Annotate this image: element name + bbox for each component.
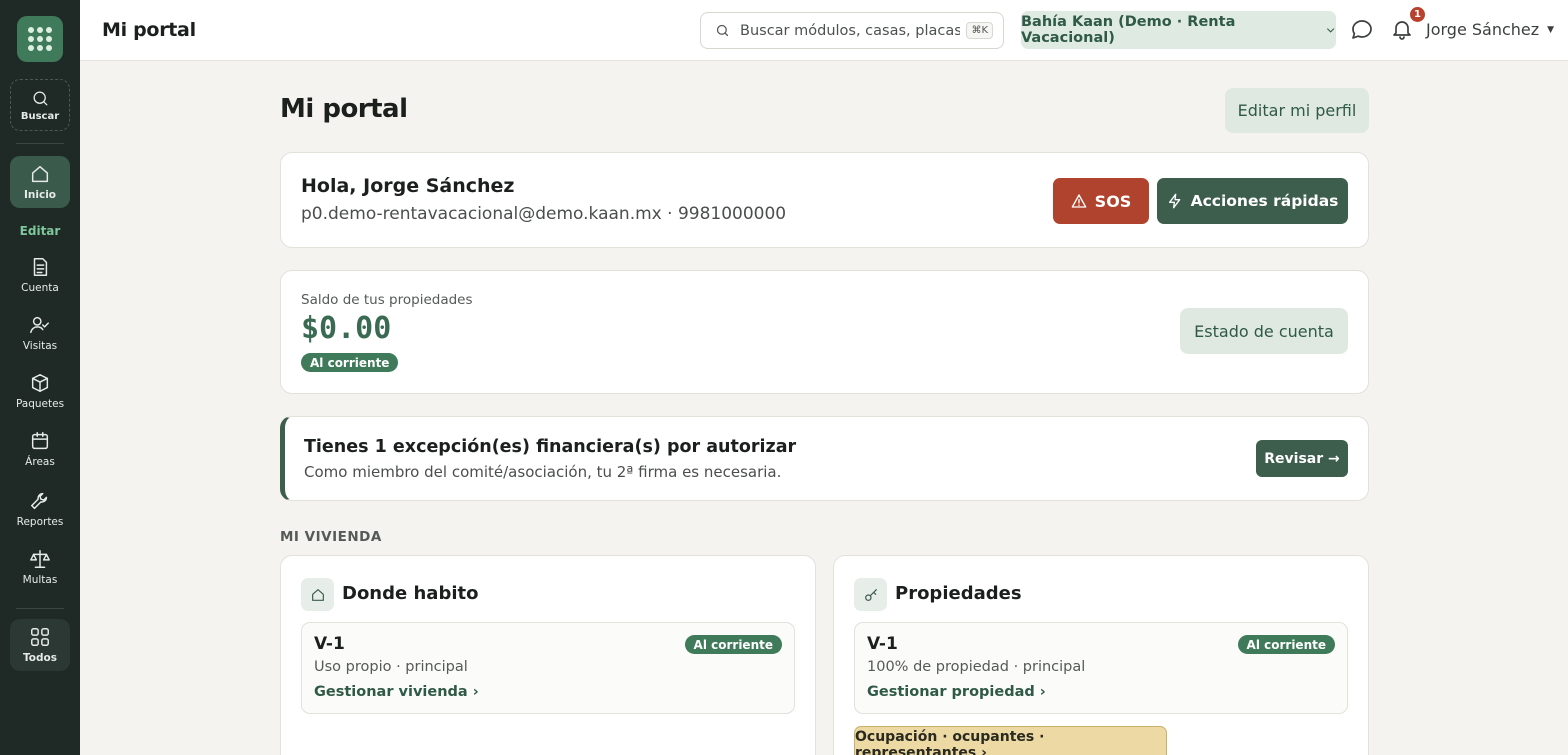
greeting-text: Hola, Jorge Sánchez: [301, 175, 515, 197]
unit-detail: Uso propio · principal: [314, 659, 468, 675]
review-button[interactable]: Revisar →: [1256, 440, 1348, 477]
search-shortcut-hint: ⌘K: [966, 22, 993, 39]
sidebar-item-label: Todos: [23, 652, 57, 664]
scale-icon: [30, 550, 50, 568]
key-icon: [854, 578, 887, 611]
sos-label: SOS: [1094, 191, 1132, 211]
page-title: Mi portal: [280, 94, 408, 124]
grid-icon: [31, 628, 49, 646]
search-input[interactable]: [740, 22, 960, 39]
occupancy-button[interactable]: Ocupación · ocupantes · representantes ›: [854, 726, 1167, 755]
sidebar-item-cuenta[interactable]: Cuenta: [10, 256, 70, 294]
sidebar-item-label: Inicio: [23, 189, 57, 201]
sidebar-item-label: Áreas: [25, 456, 55, 468]
unit-name: V-1: [867, 634, 898, 654]
residence-card: Donde habito V-1 Al corriente Uso propio…: [280, 555, 816, 755]
balance-label: Saldo de tus propiedades: [301, 292, 473, 308]
sidebar-item-paquetes[interactable]: Paquetes: [10, 372, 70, 410]
community-selector-label: Bahía Kaan (Demo · Renta Vacacional): [1021, 14, 1236, 46]
sos-button[interactable]: SOS: [1053, 178, 1149, 224]
section-heading: MI VIVIENDA: [280, 529, 382, 545]
caret-down-icon: ▼: [1547, 24, 1555, 35]
document-icon: [33, 258, 48, 276]
sidebar-item-label: Paquetes: [15, 398, 65, 410]
account-statement-button[interactable]: Estado de cuenta: [1180, 308, 1348, 354]
sidebar-edit-link[interactable]: Editar: [0, 224, 80, 238]
greeting-card: Hola, Jorge Sánchez p0.demo-rentavacacio…: [280, 152, 1369, 248]
sidebar-item-visitas[interactable]: Visitas: [10, 314, 70, 352]
card-title: Donde habito: [342, 583, 479, 604]
sidebar-item-todos[interactable]: Todos: [10, 619, 70, 671]
bell-icon: [1393, 21, 1411, 40]
lightning-icon: [1168, 193, 1180, 209]
contact-info: p0.demo-rentavacacional@demo.kaan.mx · 9…: [301, 204, 787, 224]
app-title: Mi portal: [102, 19, 196, 41]
user-menu[interactable]: Jorge Sánchez ▼: [1426, 20, 1554, 39]
search-icon: [33, 91, 47, 105]
unit-name: V-1: [314, 634, 345, 654]
app-logo[interactable]: [17, 16, 63, 62]
global-search[interactable]: ⌘K: [700, 12, 1004, 49]
sidebar-divider: [16, 608, 64, 609]
status-badge: Al corriente: [684, 635, 782, 654]
sidebar-divider: [16, 143, 64, 144]
manage-property-link[interactable]: Gestionar propiedad ›: [867, 684, 1046, 700]
quick-actions-button[interactable]: Acciones rápidas: [1157, 178, 1348, 224]
wrench-icon: [31, 492, 48, 510]
sidebar-search-button[interactable]: Buscar: [10, 79, 70, 131]
sidebar-item-label: Cuenta: [21, 282, 59, 294]
package-icon: [31, 374, 49, 392]
pending-authorization-alert: Tienes 1 excepción(es) financiera(s) por…: [280, 416, 1369, 501]
user-check-icon: [30, 316, 49, 334]
user-name: Jorge Sánchez: [1426, 20, 1540, 39]
chevron-down-icon: [1326, 28, 1335, 33]
apps-grid-icon: [28, 27, 52, 51]
alert-subtitle: Como miembro del comité/asociación, tu 2…: [304, 463, 782, 481]
home-icon: [31, 165, 49, 183]
sidebar-item-areas[interactable]: Áreas: [10, 430, 70, 468]
calendar-icon: [31, 432, 49, 450]
status-badge: Al corriente: [1237, 635, 1335, 654]
property-unit: V-1 Al corriente 100% de propiedad · pri…: [854, 622, 1348, 714]
notification-count-badge: 1: [1410, 7, 1425, 22]
card-title: Propiedades: [895, 583, 1022, 604]
community-selector[interactable]: Bahía Kaan (Demo · Renta Vacacional): [1021, 11, 1336, 49]
home-icon: [301, 578, 334, 611]
properties-card: Propiedades V-1 Al corriente 100% de pro…: [833, 555, 1369, 755]
sidebar-item-label: Reportes: [16, 516, 64, 528]
residence-unit: V-1 Al corriente Uso propio · principal …: [301, 622, 795, 714]
status-badge: Al corriente: [301, 353, 399, 372]
sidebar-item-reportes[interactable]: Reportes: [10, 490, 70, 528]
search-icon: [716, 24, 729, 37]
sidebar-item-multas[interactable]: Multas: [10, 548, 70, 586]
sidebar-item-label: Multas: [22, 574, 58, 586]
notifications-button[interactable]: [1390, 17, 1414, 41]
sidebar: Buscar Inicio Editar Cuenta Visitas Paqu…: [0, 0, 80, 755]
balance-amount: $0.00: [301, 311, 392, 346]
top-bar: Mi portal ⌘K Bahía Kaan (Demo · Renta Va…: [80, 0, 1568, 61]
edit-profile-button[interactable]: Editar mi perfil: [1225, 88, 1369, 133]
sidebar-item-inicio[interactable]: Inicio: [10, 156, 70, 208]
quick-actions-label: Acciones rápidas: [1190, 192, 1339, 210]
alert-title: Tienes 1 excepción(es) financiera(s) por…: [304, 437, 797, 457]
sidebar-search-label: Buscar: [20, 110, 60, 122]
messages-button[interactable]: [1350, 18, 1374, 42]
warning-icon: [1071, 194, 1087, 208]
sidebar-item-label: Visitas: [22, 340, 58, 352]
unit-detail: 100% de propiedad · principal: [867, 659, 1086, 675]
chat-bubble-icon: [1352, 20, 1372, 39]
manage-residence-link[interactable]: Gestionar vivienda ›: [314, 684, 479, 700]
